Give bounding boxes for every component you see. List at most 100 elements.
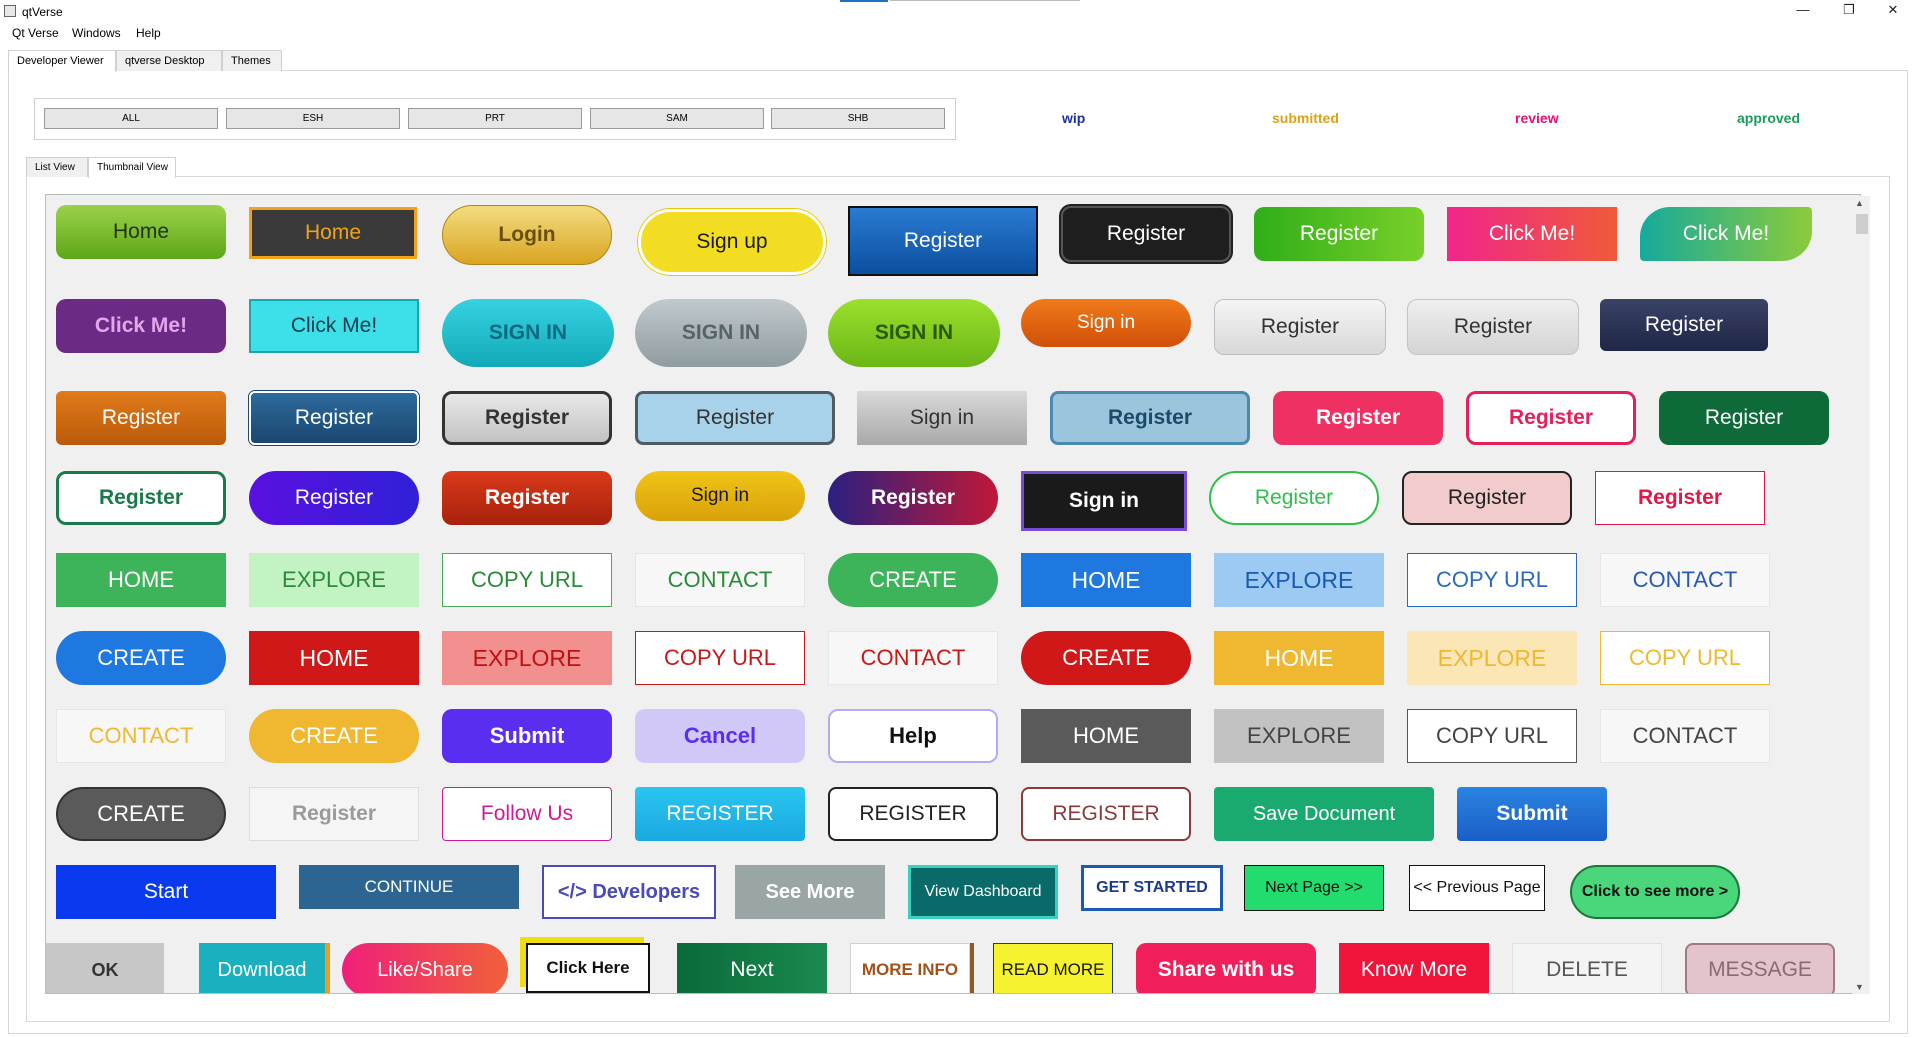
register-button[interactable]: Register (1407, 299, 1579, 355)
register-button[interactable]: Register (1209, 471, 1379, 525)
menu-help[interactable]: Help (136, 26, 161, 40)
grid-vertical-scrollbar[interactable]: ▲ ▼ (1852, 196, 1870, 994)
continue-button[interactable]: CONTINUE (299, 865, 519, 909)
home-button[interactable]: HOME (1021, 553, 1191, 607)
home-button[interactable]: Home (56, 205, 226, 259)
explore-button[interactable]: EXPLORE (1407, 631, 1577, 685)
sign-in-button[interactable]: SIGN IN (442, 299, 614, 367)
home-button[interactable]: Home (249, 207, 417, 259)
sign-in-button[interactable]: Sign in (1021, 471, 1187, 531)
developers-button[interactable]: </> Developers (542, 865, 716, 919)
sign-up-button[interactable]: Sign up (638, 209, 826, 275)
scroll-down-icon[interactable]: ▼ (1855, 982, 1864, 992)
explore-button[interactable]: EXPLORE (442, 631, 612, 685)
register-button[interactable]: Register (1273, 391, 1443, 445)
previous-page-button[interactable]: << Previous Page (1409, 865, 1545, 911)
filter-esh-button[interactable]: ESH (226, 108, 400, 129)
register-button[interactable]: Register (848, 206, 1038, 276)
status-wip[interactable]: wip (1062, 110, 1085, 126)
copy-url-button[interactable]: COPY URL (442, 553, 612, 607)
sign-in-button[interactable]: Sign in (635, 471, 805, 521)
explore-button[interactable]: EXPLORE (1214, 709, 1384, 763)
menu-windows[interactable]: Windows (72, 26, 121, 40)
sign-in-button[interactable]: SIGN IN (635, 299, 807, 367)
submit-button[interactable]: Submit (442, 709, 612, 763)
register-button[interactable]: Register (635, 391, 835, 445)
follow-us-button[interactable]: Follow Us (442, 787, 612, 841)
tab-qtverse-desktop[interactable]: qtverse Desktop (116, 50, 222, 71)
sign-in-button[interactable]: SIGN IN (828, 299, 1000, 367)
explore-button[interactable]: EXPLORE (249, 553, 419, 607)
register-button[interactable]: Register (56, 471, 226, 525)
register-button[interactable]: REGISTER (1021, 787, 1191, 841)
share-with-us-button[interactable]: Share with us (1136, 943, 1316, 993)
register-button[interactable]: Register (1466, 391, 1636, 445)
home-button[interactable]: HOME (56, 553, 226, 607)
create-button[interactable]: CREATE (828, 553, 998, 607)
submit-button[interactable]: Submit (1457, 787, 1607, 841)
home-button[interactable]: HOME (1214, 631, 1384, 685)
next-page-button[interactable]: Next Page >> (1244, 865, 1384, 911)
register-button[interactable]: Register (1061, 206, 1231, 262)
tab-list-view[interactable]: List View (26, 157, 88, 177)
like-share-button[interactable]: Like/Share (342, 943, 508, 993)
create-button[interactable]: CREATE (1021, 631, 1191, 685)
home-button[interactable]: HOME (249, 631, 419, 685)
register-button[interactable]: Register (1214, 299, 1386, 355)
click-me-button[interactable]: Click Me! (249, 299, 419, 353)
status-review[interactable]: review (1515, 110, 1559, 126)
restore-button[interactable]: ❐ (1826, 0, 1872, 24)
register-button[interactable]: Register (1254, 207, 1424, 261)
sign-in-button[interactable]: Sign in (1021, 299, 1191, 347)
scroll-thumb[interactable] (1856, 214, 1868, 234)
filter-all-button[interactable]: ALL (44, 108, 218, 129)
get-started-button[interactable]: GET STARTED (1081, 865, 1223, 911)
register-button[interactable]: Register (1600, 299, 1768, 351)
status-submitted[interactable]: submitted (1272, 110, 1339, 126)
register-button[interactable]: Register (1402, 471, 1572, 525)
next-button[interactable]: Next (677, 943, 827, 993)
filter-prt-button[interactable]: PRT (408, 108, 582, 129)
close-button[interactable]: ✕ (1870, 0, 1916, 24)
register-button[interactable]: Register (1595, 471, 1765, 525)
copy-url-button[interactable]: COPY URL (1407, 553, 1577, 607)
status-approved[interactable]: approved (1737, 110, 1800, 126)
contact-button[interactable]: CONTACT (1600, 709, 1770, 763)
save-document-button[interactable]: Save Document (1214, 787, 1434, 841)
start-button[interactable]: Start (56, 865, 276, 919)
register-button[interactable]: Register (1050, 391, 1250, 445)
filter-shb-button[interactable]: SHB (771, 108, 945, 129)
register-button[interactable]: REGISTER (828, 787, 998, 841)
message-button[interactable]: MESSAGE (1685, 943, 1835, 993)
view-dashboard-button[interactable]: View Dashboard (908, 865, 1058, 919)
explore-button[interactable]: EXPLORE (1214, 553, 1384, 607)
register-button[interactable]: Register (1659, 391, 1829, 445)
see-more-button[interactable]: See More (735, 865, 885, 919)
click-me-button[interactable]: Click Me! (1640, 207, 1812, 261)
scroll-up-icon[interactable]: ▲ (1855, 198, 1864, 208)
register-button[interactable]: Register (442, 471, 612, 525)
register-button[interactable]: Register (56, 391, 226, 445)
click-here-button[interactable]: Click Here (526, 943, 650, 993)
register-button[interactable]: Register (249, 787, 419, 841)
copy-url-button[interactable]: COPY URL (1407, 709, 1577, 763)
tab-themes[interactable]: Themes (222, 50, 282, 71)
cancel-button[interactable]: Cancel (635, 709, 805, 763)
copy-url-button[interactable]: COPY URL (635, 631, 805, 685)
create-button[interactable]: CREATE (249, 709, 419, 763)
create-button[interactable]: CREATE (56, 631, 226, 685)
contact-button[interactable]: CONTACT (1600, 553, 1770, 607)
menu-qtverse[interactable]: Qt Verse (12, 26, 59, 40)
register-button[interactable]: Register (249, 391, 419, 445)
filter-sam-button[interactable]: SAM (590, 108, 764, 129)
download-button[interactable]: Download (199, 943, 325, 993)
home-button[interactable]: HOME (1021, 709, 1191, 763)
sign-in-button[interactable]: Sign in (857, 391, 1027, 445)
tab-developer-viewer[interactable]: Developer Viewer (8, 50, 116, 72)
create-button[interactable]: CREATE (56, 787, 226, 841)
read-more-button[interactable]: READ MORE (993, 943, 1113, 993)
contact-button[interactable]: CONTACT (635, 553, 805, 607)
register-button[interactable]: Register (442, 391, 612, 445)
click-to-see-more-button[interactable]: Click to see more > (1570, 865, 1740, 919)
tab-thumbnail-view[interactable]: Thumbnail View (88, 157, 176, 178)
